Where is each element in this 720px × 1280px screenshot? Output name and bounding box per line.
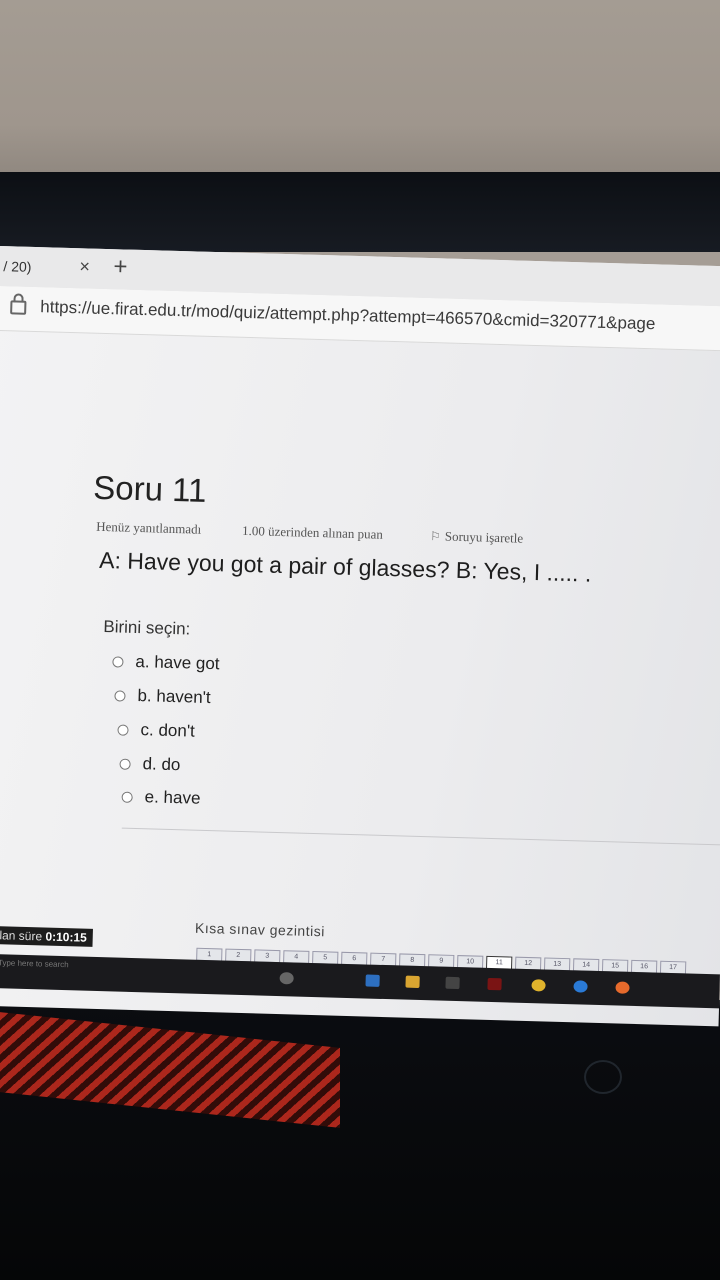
flag-question-link[interactable]: ⚐ Soruyu işaretle (429, 528, 524, 547)
url-text[interactable]: https://ue.firat.edu.tr/mod/quiz/attempt… (40, 297, 656, 334)
tab-title[interactable]: / 20) (3, 258, 31, 275)
background-wall (0, 0, 720, 178)
flag-question-label: Soruyu işaretle (444, 528, 524, 546)
close-tab-icon[interactable]: × (79, 256, 90, 277)
question-points: 1.00 üzerinden alınan puan (241, 522, 384, 542)
folder-icon[interactable] (405, 975, 420, 989)
laptop-screen: / 20) × + https://ue.firat.edu.tr/mod/qu… (0, 246, 720, 1027)
taskbar-search[interactable]: Type here to search (0, 958, 69, 969)
hp-logo-icon (584, 1060, 622, 1094)
quiz-navigation-title: Kısa sınav gezintisi (194, 919, 326, 940)
question-text: A: Have you got a pair of glasses? B: Ye… (98, 546, 592, 587)
option-label: d. do (142, 754, 181, 775)
store-icon[interactable] (445, 976, 460, 990)
lock-icon (10, 300, 27, 315)
timer-label: Kalan süre (0, 927, 43, 944)
chrome-icon[interactable] (531, 979, 546, 992)
radio-icon[interactable] (112, 656, 124, 668)
quiz-page: Soru 11 Henüz yanıtlanmadı 1.00 üzerinde… (0, 330, 720, 1026)
radio-icon[interactable] (114, 690, 126, 702)
time-remaining: Kalan süre 0:10:15 (0, 925, 94, 947)
firefox-icon[interactable] (615, 981, 630, 994)
divider (121, 827, 720, 846)
option-c[interactable]: c. don't (117, 719, 195, 741)
radio-icon[interactable] (117, 724, 129, 736)
option-b[interactable]: b. haven't (114, 685, 211, 708)
option-d[interactable]: d. do (119, 754, 181, 776)
cortana-icon[interactable] (279, 972, 294, 985)
question-status: Henüz yanıtlanmadı (96, 518, 202, 537)
question-number: Soru 11 (92, 468, 207, 509)
radio-icon[interactable] (119, 758, 131, 770)
option-e[interactable]: e. have (121, 787, 201, 809)
edge-icon[interactable] (573, 980, 588, 993)
radio-icon[interactable] (121, 791, 133, 803)
option-label: b. haven't (137, 686, 211, 708)
flag-icon: ⚐ (429, 529, 442, 544)
timer-value: 0:10:15 (45, 929, 88, 945)
app-icon[interactable] (487, 977, 502, 991)
option-label: e. have (144, 787, 201, 808)
option-label: c. don't (140, 720, 196, 741)
new-tab-icon[interactable]: + (113, 253, 128, 281)
mail-icon[interactable] (365, 974, 380, 987)
choose-one-label: Birini seçin: (103, 617, 191, 639)
option-a[interactable]: a. have got (112, 651, 220, 674)
option-label: a. have got (135, 651, 220, 674)
monitor-bezel-top (0, 172, 720, 252)
